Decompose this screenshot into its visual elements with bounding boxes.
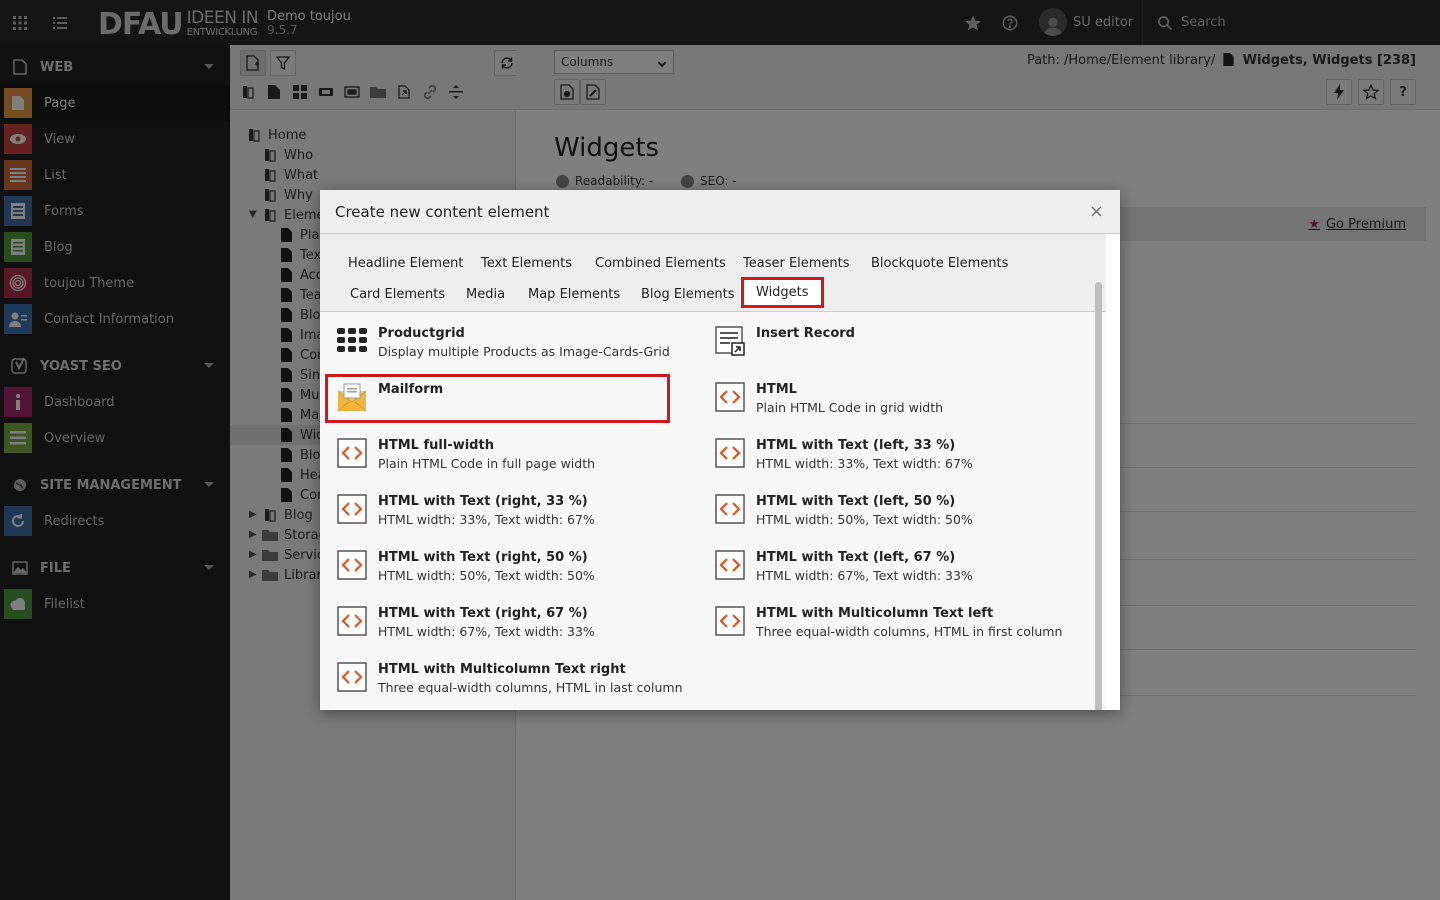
tab-card-elements[interactable]: Card Elements [350, 287, 445, 302]
element-html-text-right-50[interactable]: HTML with Text (right, 50 %) HTML width:… [337, 550, 697, 594]
element-html[interactable]: HTML Plain HTML Code in grid width [715, 382, 1075, 426]
html-code-icon [337, 438, 367, 468]
html-code-icon [715, 550, 745, 580]
tab-media[interactable]: Media [466, 287, 505, 302]
html-code-icon [715, 438, 745, 468]
element-title: HTML with Multicolumn Text left [756, 606, 994, 621]
element-html-multicolumn-left[interactable]: HTML with Multicolumn Text left Three eq… [715, 606, 1075, 650]
insert-record-icon [715, 326, 745, 356]
element-title: Productgrid [378, 326, 465, 341]
scrollbar-thumb[interactable] [1095, 282, 1102, 710]
tab-teaser-elements[interactable]: Teaser Elements [743, 256, 850, 271]
element-description: Three equal-width columns, HTML in first… [756, 624, 1063, 639]
tab-text-elements[interactable]: Text Elements [481, 256, 572, 271]
element-description: Display multiple Products as Image-Cards… [378, 344, 670, 359]
modal-body: Headline Element Text Elements Combined … [320, 234, 1106, 710]
element-title: HTML [756, 382, 797, 397]
close-icon[interactable]: × [1089, 201, 1104, 222]
tab-map-elements[interactable]: Map Elements [528, 287, 620, 302]
element-html-multicolumn-right[interactable]: HTML with Multicolumn Text right Three e… [337, 662, 697, 706]
element-description: Three equal-width columns, HTML in last … [378, 680, 683, 695]
element-description: Plain HTML Code in grid width [756, 400, 944, 415]
tab-widgets[interactable]: Widgets [741, 277, 824, 308]
element-title: HTML with Text (right, 50 %) [378, 550, 588, 565]
html-code-icon [337, 550, 367, 580]
element-description: HTML width: 33%, Text width: 67% [756, 456, 973, 471]
mailform-highlight-box [325, 374, 670, 423]
element-title: HTML with Text (left, 67 %) [756, 550, 956, 565]
grid-icon [337, 328, 367, 352]
element-title: HTML with Text (right, 67 %) [378, 606, 588, 621]
html-code-icon [715, 606, 745, 636]
modal-title: Create new content element [335, 203, 550, 221]
element-title: HTML with Text (left, 33 %) [756, 438, 956, 453]
html-code-icon [715, 382, 745, 412]
element-description: Plain HTML Code in full page width [378, 456, 596, 471]
element-description: HTML width: 50%, Text width: 50% [378, 568, 595, 583]
tab-blockquote-elements[interactable]: Blockquote Elements [871, 256, 1008, 271]
element-html-full-width[interactable]: HTML full-width Plain HTML Code in full … [337, 438, 697, 482]
modal-scrollbar[interactable] [1095, 282, 1102, 710]
element-html-text-right-33[interactable]: HTML with Text (right, 33 %) HTML width:… [337, 494, 697, 538]
html-code-icon [337, 606, 367, 636]
element-productgrid[interactable]: Productgrid Display multiple Products as… [337, 326, 697, 370]
tab-blog-elements[interactable]: Blog Elements [641, 287, 734, 302]
html-code-icon [337, 662, 367, 692]
new-content-element-modal: Create new content element × Headline El… [320, 190, 1120, 710]
element-title: Insert Record [756, 326, 855, 341]
element-html-text-left-50[interactable]: HTML with Text (left, 50 %) HTML width: … [715, 494, 1075, 538]
html-code-icon [715, 494, 745, 524]
element-category-tabs: Headline Element Text Elements Combined … [320, 234, 1106, 312]
element-title: HTML with Text (left, 50 %) [756, 494, 956, 509]
element-html-text-left-67[interactable]: HTML with Text (left, 67 %) HTML width: … [715, 550, 1075, 594]
element-insert-record[interactable]: Insert Record [715, 326, 1075, 370]
element-description: HTML width: 33%, Text width: 67% [378, 512, 595, 527]
modal-header: Create new content element × [320, 190, 1120, 234]
element-html-text-right-67[interactable]: HTML with Text (right, 67 %) HTML width:… [337, 606, 697, 650]
tab-combined-elements[interactable]: Combined Elements [595, 256, 726, 271]
element-title: HTML with Multicolumn Text right [378, 662, 626, 677]
tab-headline-element[interactable]: Headline Element [348, 256, 463, 271]
element-html-text-left-33[interactable]: HTML with Text (left, 33 %) HTML width: … [715, 438, 1075, 482]
element-title: HTML full-width [378, 438, 494, 453]
element-description: HTML width: 67%, Text width: 33% [378, 624, 595, 639]
element-description: HTML width: 50%, Text width: 50% [756, 512, 973, 527]
element-description: HTML width: 67%, Text width: 33% [756, 568, 973, 583]
html-code-icon [337, 494, 367, 524]
element-title: HTML with Text (right, 33 %) [378, 494, 588, 509]
